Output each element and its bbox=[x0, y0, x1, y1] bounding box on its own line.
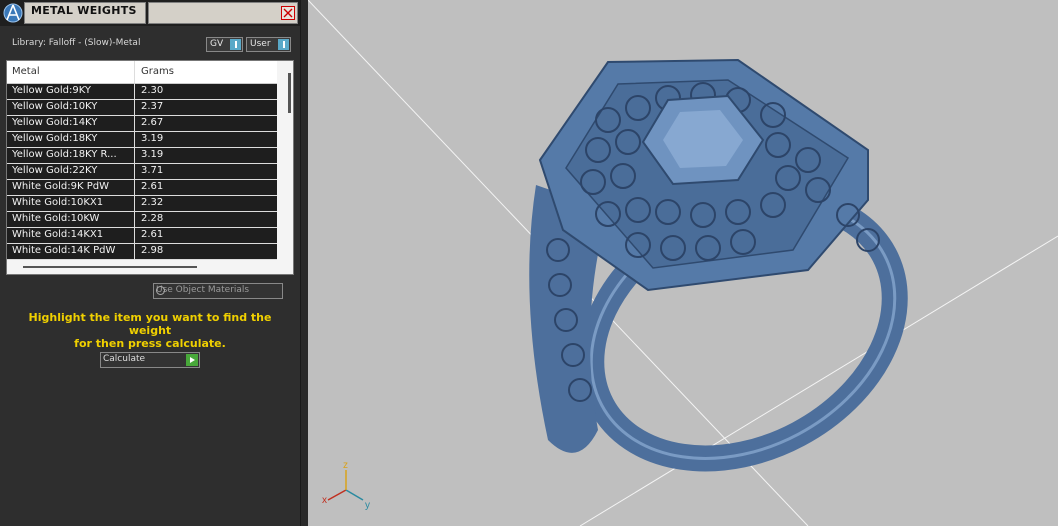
metal-name: Yellow Gold:9KY bbox=[12, 85, 91, 96]
close-icon bbox=[283, 8, 293, 18]
metal-grams: 2.30 bbox=[141, 85, 164, 96]
horizontal-scrollbar[interactable] bbox=[23, 266, 197, 268]
metal-list[interactable]: Metal Grams Yellow Gold:9KY 2.30 Yellow G… bbox=[6, 60, 294, 275]
viewport-canvas: x y z bbox=[308, 0, 1058, 526]
3d-viewport[interactable]: x y z bbox=[308, 0, 1058, 526]
list-item[interactable]: White Gold:14KX1 2.61 bbox=[7, 228, 277, 244]
axis-z-label: z bbox=[343, 460, 348, 471]
metal-name: Yellow Gold:22KY bbox=[12, 165, 98, 176]
info-icon bbox=[230, 39, 241, 50]
info-icon bbox=[278, 39, 289, 50]
metal-grams: 2.28 bbox=[141, 213, 164, 224]
user-selector[interactable]: User bbox=[246, 37, 291, 52]
panel-titlebar: METAL WEIGHTS bbox=[0, 0, 300, 26]
metal-grams: 3.71 bbox=[141, 165, 164, 176]
radio-icon bbox=[156, 286, 165, 295]
metal-name: White Gold:9K PdW bbox=[12, 181, 109, 192]
column-divider bbox=[134, 61, 135, 83]
gv-label: GV bbox=[210, 39, 224, 49]
metal-name: Yellow Gold:18KY bbox=[12, 133, 98, 144]
user-label: User bbox=[250, 39, 271, 49]
list-item[interactable]: White Gold:9K PdW 2.61 bbox=[7, 180, 277, 196]
metal-weights-panel: METAL WEIGHTS Library: Falloff - (Slow)-… bbox=[0, 0, 301, 526]
cell-divider bbox=[134, 116, 135, 132]
cell-divider bbox=[134, 180, 135, 196]
calculate-button[interactable]: Calculate bbox=[100, 352, 200, 368]
list-item[interactable]: Yellow Gold:18KY R... 3.19 bbox=[7, 148, 277, 164]
metal-grams: 2.32 bbox=[141, 197, 164, 208]
list-item[interactable]: White Gold:10KW 2.28 bbox=[7, 212, 277, 228]
column-header-grams[interactable]: Grams bbox=[141, 66, 174, 77]
axis-gizmo: x y z bbox=[322, 460, 370, 511]
vertical-scrollbar[interactable] bbox=[288, 73, 291, 113]
metal-name: Yellow Gold:10KY bbox=[12, 101, 98, 112]
metal-grams: 3.19 bbox=[141, 149, 164, 160]
list-item[interactable]: White Gold:14K PdW 2.98 bbox=[7, 244, 277, 260]
cell-divider bbox=[134, 228, 135, 244]
ring-model bbox=[529, 58, 908, 472]
cell-divider bbox=[134, 100, 135, 116]
cell-divider bbox=[134, 132, 135, 148]
cell-divider bbox=[134, 196, 135, 212]
metal-name: White Gold:10KW bbox=[12, 213, 100, 224]
list-item[interactable]: White Gold:10KX1 2.32 bbox=[7, 196, 277, 212]
metal-name: White Gold:10KX1 bbox=[12, 197, 104, 208]
instruction-line: Highlight the item you want to find the … bbox=[28, 311, 272, 337]
metal-name: Yellow Gold:18KY R... bbox=[12, 149, 117, 160]
list-item[interactable]: Yellow Gold:18KY 3.19 bbox=[7, 132, 277, 148]
axis-y-label: y bbox=[365, 500, 370, 511]
metal-grams: 2.61 bbox=[141, 181, 164, 192]
cell-divider bbox=[134, 212, 135, 228]
gv-selector[interactable]: GV bbox=[206, 37, 243, 52]
play-arrow-icon bbox=[186, 354, 198, 366]
axis-x-label: x bbox=[322, 495, 327, 506]
panel-divider[interactable] bbox=[301, 0, 308, 526]
use-object-materials-label: Use Object Materials bbox=[156, 285, 250, 295]
list-item[interactable]: Yellow Gold:22KY 3.71 bbox=[7, 164, 277, 180]
metal-grams: 2.98 bbox=[141, 245, 164, 256]
panel-title: METAL WEIGHTS bbox=[31, 4, 137, 17]
list-item[interactable]: Yellow Gold:14KY 2.67 bbox=[7, 116, 277, 132]
instruction-line: for then press calculate. bbox=[74, 337, 226, 350]
metal-name: White Gold:14K PdW bbox=[12, 245, 116, 256]
library-label: Library: Falloff - (Slow)-Metal bbox=[12, 38, 141, 48]
metal-grams: 3.19 bbox=[141, 133, 164, 144]
app-logo-icon bbox=[3, 3, 23, 23]
panel-title-tab[interactable]: METAL WEIGHTS bbox=[24, 2, 146, 24]
metal-name: White Gold:14KX1 bbox=[12, 229, 104, 240]
cell-divider bbox=[134, 148, 135, 164]
metal-grams: 2.67 bbox=[141, 117, 164, 128]
list-item[interactable]: Yellow Gold:10KY 2.37 bbox=[7, 100, 277, 116]
title-bar-fill bbox=[148, 2, 298, 24]
instruction-text: Highlight the item you want to find the … bbox=[12, 311, 288, 350]
cell-divider bbox=[134, 84, 135, 100]
list-rows: Yellow Gold:9KY 2.30 Yellow Gold:10KY 2.37… bbox=[7, 84, 277, 260]
use-object-materials-option[interactable]: Use Object Materials bbox=[153, 283, 283, 299]
column-header-metal[interactable]: Metal bbox=[12, 66, 40, 77]
close-button[interactable] bbox=[281, 6, 295, 20]
metal-name: Yellow Gold:14KY bbox=[12, 117, 98, 128]
list-header: Metal Grams bbox=[7, 61, 277, 84]
metal-grams: 2.61 bbox=[141, 229, 164, 240]
list-item[interactable]: Yellow Gold:9KY 2.30 bbox=[7, 84, 277, 100]
cell-divider bbox=[134, 164, 135, 180]
metal-grams: 2.37 bbox=[141, 101, 164, 112]
cell-divider bbox=[134, 244, 135, 260]
calculate-label: Calculate bbox=[103, 354, 146, 364]
